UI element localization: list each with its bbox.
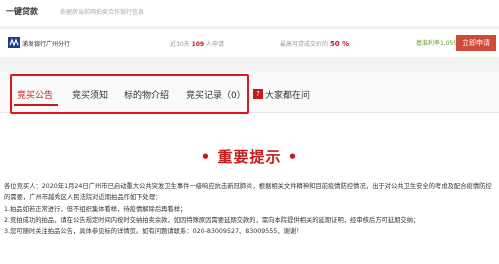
notice-item-3: 3.您可随时关注拍品公告，具体参见标的详情页。如有问题请联系：020-83009… [4, 228, 303, 236]
tab-faq[interactable]: 大家都在问 [265, 88, 310, 101]
apply-loan-button[interactable]: 立即申请 [456, 35, 496, 51]
loan-offer-row[interactable]: 浦发银行广州分行 近30天 109 人申请 最高可贷成交价的 50 % 基准利率… [0, 28, 499, 57]
loan-subtitle: 依据房当前网拍卖合作银行信息 [60, 9, 145, 16]
notice-title-dot-left: • [200, 148, 218, 166]
applicants-count: 近30天 109 人申请 [170, 41, 225, 48]
notice-title-dot-right: • [281, 148, 299, 166]
loan-ratio: 最高可贷成交价的 50 % [280, 40, 350, 48]
bank-logo-icon [8, 37, 20, 48]
notice-body: 各位竞买人：2020年1月24日广州市已启动重大公共突发卫生事件一级响应抗击新冠… [4, 181, 495, 237]
section-gap [0, 57, 499, 69]
notice-intro: 各位竞买人：2020年1月24日广州市已启动重大公共突发卫生事件一级响应抗击新冠… [4, 183, 492, 202]
tabs-highlight-box [10, 74, 249, 114]
bank-name: 浦发银行广州分行 [22, 41, 71, 48]
notice-title-text: 重要提示 [217, 148, 282, 166]
notice-item-2: 2.竞拍成功的拍品，请在公告规定时间内按时交纳拍卖余款，如因特殊原因需要延期交款… [4, 216, 420, 224]
notice-item-1: 1.拍品如若正常进行，但不组织集体看样，待疫情解除后再看样； [4, 205, 187, 213]
loan-header: 一键贷款 依据房当前网拍卖合作银行信息 [0, 0, 499, 26]
faq-icon: ? [253, 89, 263, 99]
loan-title: 一键贷款 [6, 7, 38, 16]
notice-title: • 重要提示 • [0, 146, 499, 167]
